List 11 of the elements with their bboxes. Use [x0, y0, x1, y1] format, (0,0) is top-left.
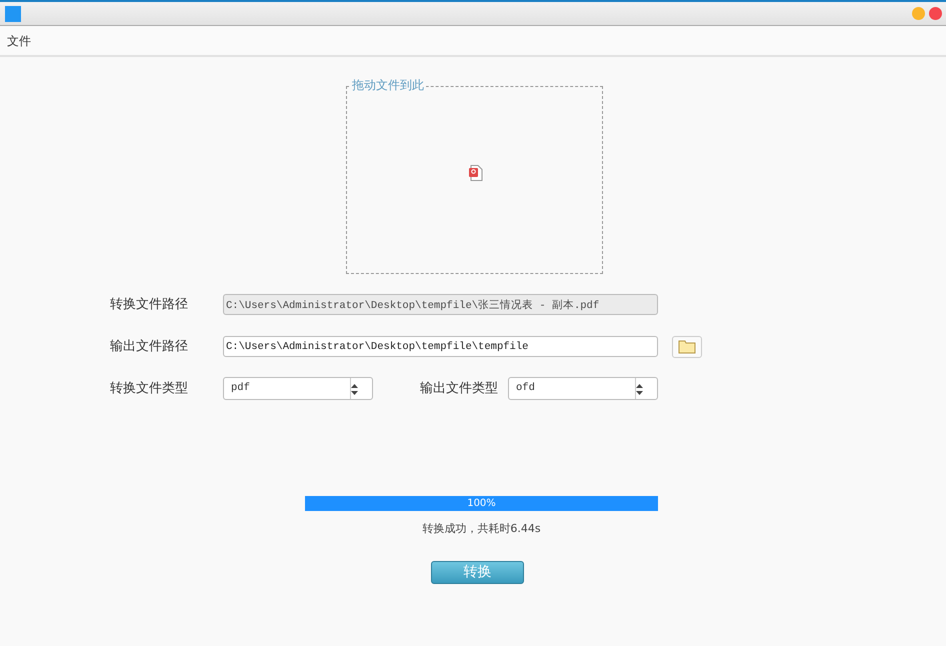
- drop-zone-legend: 拖动文件到此: [350, 77, 426, 93]
- field-label: 转换文件类型: [109, 380, 189, 398]
- field-label: 输出文件路径: [109, 338, 189, 356]
- type-select[interactable]: pdf: [223, 377, 373, 400]
- field-label: 转换文件路径: [109, 296, 189, 314]
- type-select[interactable]: ofd: [508, 377, 658, 400]
- field-label: 输出文件类型: [419, 380, 499, 398]
- progress-label: 100%: [467, 497, 496, 511]
- path-field[interactable]: C:\Users\Administrator\Desktop\tempfile\tempfile: [223, 336, 658, 357]
- menu-item[interactable]: 文件: [0, 26, 38, 55]
- status-text: 转换成功，共耗时6.44s: [421, 521, 542, 537]
